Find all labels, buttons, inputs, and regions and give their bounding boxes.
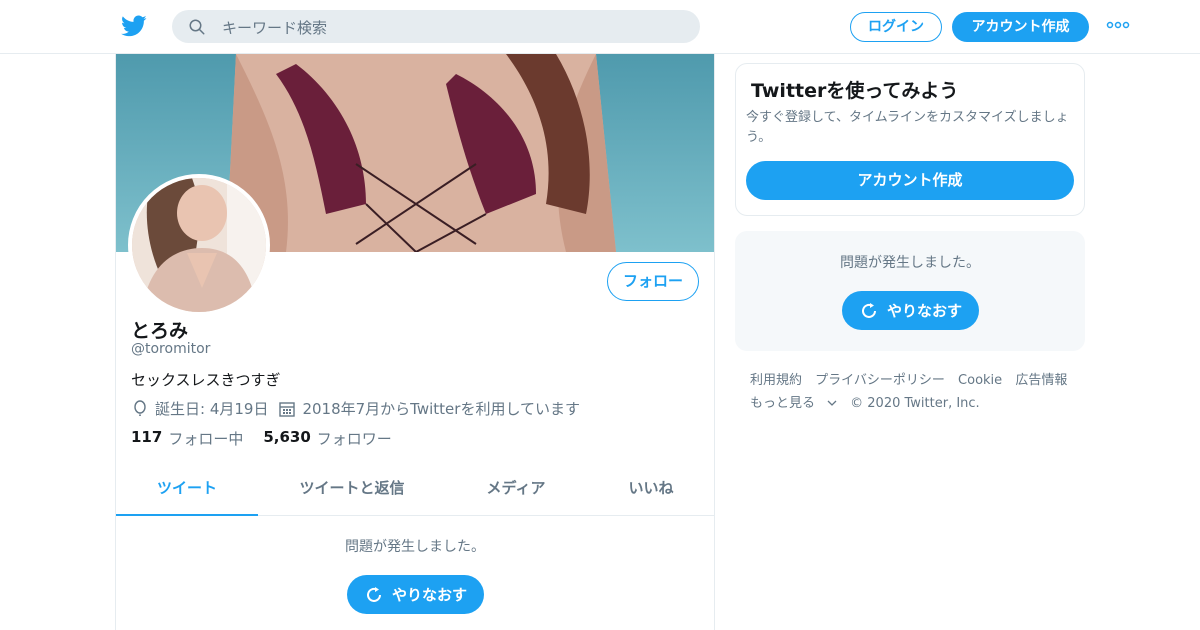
footer-link-ads[interactable]: 広告情報 bbox=[1015, 373, 1067, 388]
profile-avatar[interactable] bbox=[128, 174, 270, 316]
top-navigation-bar: キーワード検索 ログイン アカウント作成 bbox=[0, 0, 1200, 54]
timeline-retry-button[interactable]: やりなおす bbox=[347, 575, 484, 614]
chevron-down-icon bbox=[827, 400, 837, 406]
footer-link-terms[interactable]: 利用規約 bbox=[750, 373, 802, 388]
signup-card-title: Twitterを使ってみよう bbox=[751, 80, 959, 102]
sidebar-error-message: 問題が発生しました。 bbox=[840, 255, 980, 271]
signup-card-subtitle: 今すぐ登録して、タイムラインをカスタマイズしましょう。 bbox=[746, 110, 1069, 145]
footer-link-cookie[interactable]: Cookie bbox=[958, 373, 1002, 388]
signup-card-button[interactable]: アカウント作成 bbox=[746, 161, 1074, 200]
profile-tabs: ツイート ツイートと返信 メディア いいね bbox=[116, 467, 714, 516]
tab-tweets[interactable]: ツイート bbox=[116, 467, 258, 516]
calendar-icon bbox=[279, 401, 296, 417]
followers-label[interactable]: フォロワー bbox=[317, 428, 392, 449]
profile-display-name: とろみ bbox=[131, 320, 189, 342]
sidebar-error-card: 問題が発生しました。 やりなおす bbox=[735, 231, 1085, 351]
tab-media[interactable]: メディア bbox=[456, 467, 576, 516]
following-count[interactable]: 117 bbox=[131, 428, 162, 449]
refresh-icon bbox=[367, 586, 381, 602]
timeline-retry-label: やりなおす bbox=[391, 586, 467, 604]
sidebar-retry-label: やりなおす bbox=[886, 302, 962, 320]
sidebar-retry-button[interactable]: やりなおす bbox=[842, 291, 979, 330]
followers-count[interactable]: 5,630 bbox=[263, 428, 310, 449]
following-label[interactable]: フォロー中 bbox=[168, 428, 243, 449]
profile-birthday: 誕生日: 4月19日 bbox=[155, 400, 269, 418]
login-button[interactable]: ログイン bbox=[850, 12, 942, 42]
footer-link-privacy[interactable]: プライバシーポリシー bbox=[815, 373, 945, 388]
profile-handle: @toromitor bbox=[131, 341, 211, 357]
footer-more-label: もっと見る bbox=[750, 396, 816, 411]
balloon-icon bbox=[134, 399, 146, 416]
footer-copyright: © 2020 Twitter, Inc. bbox=[850, 396, 980, 411]
search-input[interactable]: キーワード検索 bbox=[172, 10, 700, 43]
profile-column: フォロー とろみ @toromitor セックスレスきつすぎ 誕生日: 4月19… bbox=[115, 54, 715, 630]
search-icon bbox=[189, 19, 205, 35]
sidebar-footer: 利用規約 プライバシーポリシー Cookie 広告情報 もっと見る © 2020… bbox=[750, 369, 1080, 415]
signup-promo-card: Twitterを使ってみよう 今すぐ登録して、タイムラインをカスタマイズしましょ… bbox=[735, 63, 1085, 216]
follow-button[interactable]: フォロー bbox=[607, 262, 699, 301]
search-placeholder: キーワード検索 bbox=[222, 19, 328, 37]
timeline-error-message: 問題が発生しました。 bbox=[345, 539, 485, 555]
tab-tweets-and-replies[interactable]: ツイートと返信 bbox=[282, 467, 422, 516]
refresh-icon bbox=[862, 302, 876, 318]
footer-link-more[interactable]: もっと見る bbox=[750, 396, 837, 411]
twitter-bird-icon[interactable] bbox=[120, 13, 148, 39]
signup-button[interactable]: アカウント作成 bbox=[952, 12, 1089, 42]
profile-bio: セックスレスきつすぎ bbox=[131, 371, 281, 389]
profile-meta: 誕生日: 4月19日 2018年7月からTwitterを利用しています bbox=[131, 398, 590, 419]
profile-joined-date: 2018年7月からTwitterを利用しています bbox=[302, 400, 580, 418]
tab-likes[interactable]: いいね bbox=[606, 467, 696, 516]
profile-stats: 117 フォロー中 5,630 フォロワー bbox=[131, 428, 412, 449]
more-dots-icon[interactable] bbox=[1106, 18, 1130, 32]
